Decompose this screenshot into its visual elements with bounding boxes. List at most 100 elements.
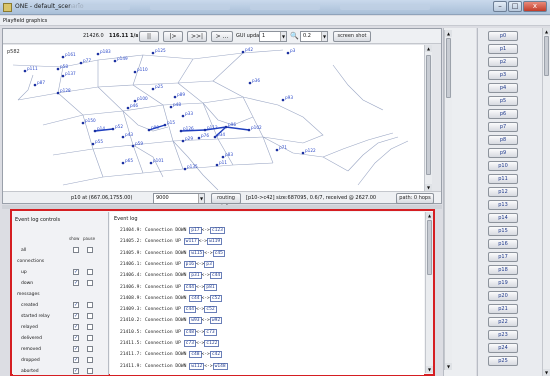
scroll-thumb[interactable] (426, 55, 431, 175)
map-node[interactable] (286, 51, 290, 55)
map-node-label[interactable]: p112 (207, 125, 218, 130)
scroll-up-icon[interactable]: ▲ (425, 45, 432, 52)
node-button[interactable]: p11 (488, 174, 518, 184)
show-checkbox[interactable]: ✓ (73, 335, 79, 341)
map-node[interactable] (151, 51, 155, 55)
node-button[interactable]: p19 (488, 278, 518, 288)
map-node-label[interactable]: p183 (100, 49, 111, 54)
map-node-label[interactable]: p76 (201, 133, 209, 138)
fast-forward-button[interactable]: >>| (187, 31, 207, 42)
node-button[interactable]: p21 (488, 304, 518, 314)
show-checkbox[interactable]: ✓ (73, 357, 79, 363)
step-button[interactable]: |> (163, 31, 183, 42)
map-node[interactable] (151, 87, 155, 91)
map-node[interactable] (126, 106, 130, 110)
screenshot-button[interactable]: screen shot (333, 31, 371, 42)
map-node-label[interactable]: p137 (65, 71, 76, 76)
scroll-down-icon[interactable]: ▼ (543, 369, 550, 376)
log-node-link[interactable]: w119 (207, 238, 223, 246)
log-node-link[interactable]: p16 (183, 260, 196, 268)
node-button[interactable]: p17 (488, 252, 518, 262)
map-node-label[interactable]: p93 (285, 95, 293, 100)
scroll-thumb[interactable] (446, 38, 451, 98)
map-node[interactable] (149, 161, 153, 165)
log-node-link[interactable]: w92 (209, 317, 223, 325)
node-button[interactable]: p20 (488, 291, 518, 301)
node-select[interactable]: 9000 ▼ (153, 193, 205, 204)
map-node[interactable] (133, 99, 137, 103)
node-button[interactable]: p0 (488, 31, 518, 41)
map-node[interactable] (179, 129, 183, 133)
map-node-label[interactable]: p71 (279, 145, 287, 150)
map-node-label[interactable]: p135 (187, 164, 198, 169)
pause-checkbox[interactable] (87, 346, 93, 352)
pause-checkbox[interactable] (87, 269, 93, 275)
map-node-label[interactable]: p128 (60, 88, 71, 93)
node-button[interactable]: p6 (488, 109, 518, 119)
pause-button[interactable]: || (139, 31, 159, 42)
pause-checkbox[interactable] (87, 280, 93, 286)
map-node-label[interactable]: p150 (85, 118, 96, 123)
map-node[interactable] (163, 123, 167, 127)
map-node-label[interactable]: p36 (252, 78, 260, 83)
map-node-label[interactable]: p161 (65, 52, 76, 57)
map-node[interactable] (197, 136, 201, 140)
maximize-button[interactable]: □ (508, 1, 522, 12)
map-node[interactable] (121, 135, 125, 139)
map-node-label[interactable]: p110 (137, 67, 148, 72)
scroll-up-icon[interactable]: ▲ (426, 212, 433, 219)
node-button[interactable]: p9 (488, 148, 518, 158)
map-node-label[interactable]: p58 (60, 64, 68, 69)
scroll-thumb[interactable] (544, 36, 549, 76)
log-node-link[interactable]: c44 (189, 294, 202, 302)
map-node-label[interactable]: p42 (245, 47, 253, 52)
node-button[interactable]: p16 (488, 239, 518, 249)
map-node-label[interactable]: p126 (183, 126, 194, 131)
log-node-link[interactable]: c122 (204, 340, 220, 347)
map-node[interactable] (301, 151, 305, 155)
pause-checkbox[interactable] (87, 313, 93, 319)
map-node-label[interactable]: p33 (185, 111, 193, 116)
map-node[interactable] (93, 129, 97, 133)
event-log-scrollbar[interactable]: ▲ ▼ (425, 212, 433, 373)
pause-checkbox[interactable] (87, 324, 93, 330)
map-node[interactable] (131, 144, 135, 148)
map-node[interactable] (61, 74, 65, 78)
log-node-link[interactable]: c73 (204, 328, 217, 336)
map-node[interactable] (147, 128, 151, 132)
node-button[interactable]: p18 (488, 265, 518, 275)
map-node[interactable] (224, 125, 228, 129)
nodes-vertical-scrollbar[interactable]: ▲ ▼ (542, 28, 550, 376)
map-node-label[interactable]: p34 (217, 132, 225, 137)
scroll-down-icon[interactable]: ▼ (426, 366, 433, 373)
log-node-link[interactable]: c48 (183, 328, 196, 336)
map-node[interactable] (111, 127, 115, 131)
node-button[interactable]: p3 (488, 70, 518, 80)
log-node-link[interactable]: c42 (209, 351, 223, 359)
show-checkbox[interactable]: ✓ (73, 346, 79, 352)
map-node[interactable] (275, 148, 279, 152)
map-node-label[interactable]: p55 (95, 139, 103, 144)
log-node-link[interactable]: w148 (212, 362, 228, 370)
log-node-link[interactable]: c52 (209, 294, 223, 302)
map-node[interactable] (91, 142, 95, 146)
node-button[interactable]: p8 (488, 135, 518, 145)
map-node-label[interactable]: p102 (251, 125, 262, 130)
log-node-link[interactable]: c44 (183, 283, 196, 291)
map-node-label[interactable]: p87 (37, 80, 45, 85)
map-node-label[interactable]: p83 (225, 152, 233, 157)
map-node[interactable] (241, 50, 245, 54)
node-button[interactable]: p10 (488, 161, 518, 171)
map-node-label[interactable]: p111 (27, 66, 38, 71)
map-node-label[interactable]: p46 (130, 103, 138, 108)
map-node-label[interactable]: p11 (219, 160, 227, 165)
map-node-label[interactable]: p101 (153, 158, 164, 163)
log-node-link[interactable]: p81 (204, 283, 217, 291)
node-button[interactable]: p24 (488, 343, 518, 353)
close-button[interactable]: x (523, 1, 547, 12)
map-node-label[interactable]: p43 (125, 132, 133, 137)
map-node[interactable] (121, 161, 125, 165)
map-node[interactable] (183, 167, 187, 171)
map-node[interactable] (56, 91, 60, 95)
node-button[interactable]: p23 (488, 330, 518, 340)
